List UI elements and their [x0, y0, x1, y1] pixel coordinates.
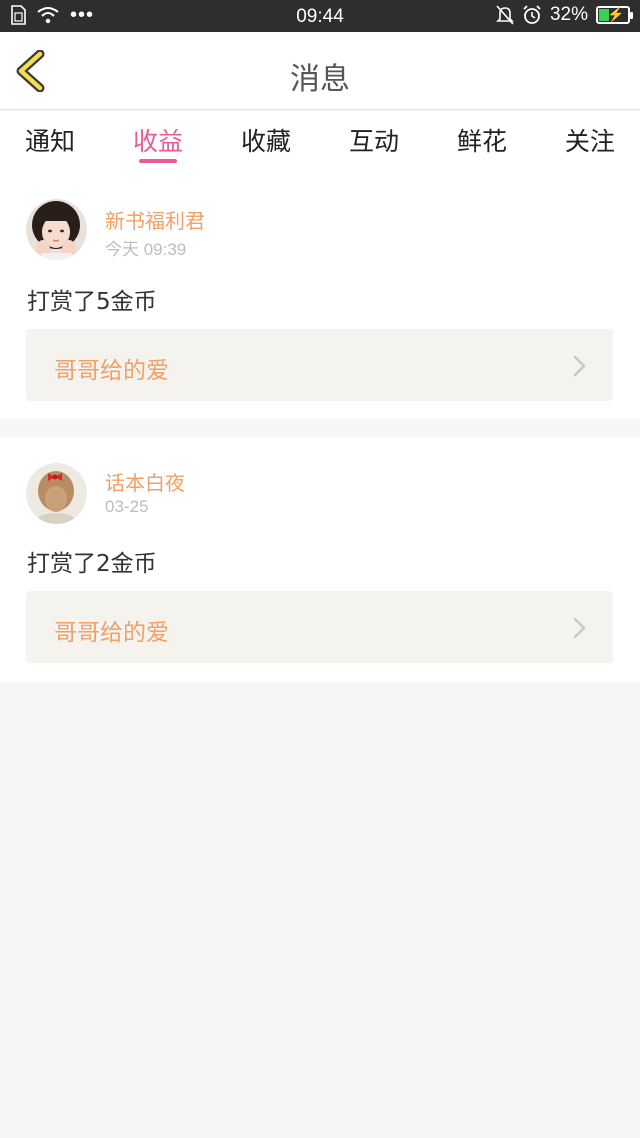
chevron-right-icon: [573, 617, 586, 639]
status-right: 32% ⚡: [496, 4, 633, 26]
status-bar: ••• 09:44 32% ⚡: [0, 0, 640, 32]
reward-text: 打赏了2金币: [27, 551, 157, 577]
message-card: 话本白夜 03-25 打赏了2金币 哥哥给的爱: [0, 437, 640, 682]
reward-text: 打赏了5金币: [27, 289, 157, 315]
alarm-icon: [523, 5, 541, 24]
book-link[interactable]: 哥哥给的爱: [26, 329, 613, 401]
avatar[interactable]: [26, 463, 87, 524]
avatar[interactable]: [26, 199, 87, 260]
message-time: 03-25: [105, 497, 149, 516]
active-tab-indicator: [138, 159, 177, 163]
battery-percent: 32%: [549, 4, 588, 25]
book-title: 哥哥给的爱: [54, 620, 169, 646]
tab-favorites[interactable]: 收藏: [241, 111, 291, 175]
chevron-right-icon: [573, 355, 586, 377]
sender-name[interactable]: 话本白夜: [105, 467, 185, 496]
tab-earnings[interactable]: 收益: [133, 111, 183, 175]
tab-flowers[interactable]: 鲜花: [457, 111, 507, 175]
book-link[interactable]: 哥哥给的爱: [26, 591, 613, 663]
messages-screen: ••• 09:44 32% ⚡ 消息 通知 收益 收藏 互动 鲜花 关注 新书福…: [0, 0, 640, 1138]
category-tabs: 通知 收益 收藏 互动 鲜花 关注: [0, 111, 640, 175]
message-card: 新书福利君 今天 09:39 打赏了5金币 哥哥给的爱: [0, 175, 640, 419]
book-title: 哥哥给的爱: [54, 358, 169, 384]
message-time: 今天 09:39: [105, 240, 187, 259]
title-bar: 消息: [0, 32, 640, 110]
tab-notifications[interactable]: 通知: [25, 111, 75, 175]
mute-icon: [496, 5, 514, 25]
sender-name[interactable]: 新书福利君: [105, 205, 205, 234]
tab-follows[interactable]: 关注: [565, 111, 615, 175]
page-title: 消息: [290, 62, 350, 97]
tab-interactions[interactable]: 互动: [349, 111, 399, 175]
battery-charging-icon: ⚡: [596, 6, 633, 24]
